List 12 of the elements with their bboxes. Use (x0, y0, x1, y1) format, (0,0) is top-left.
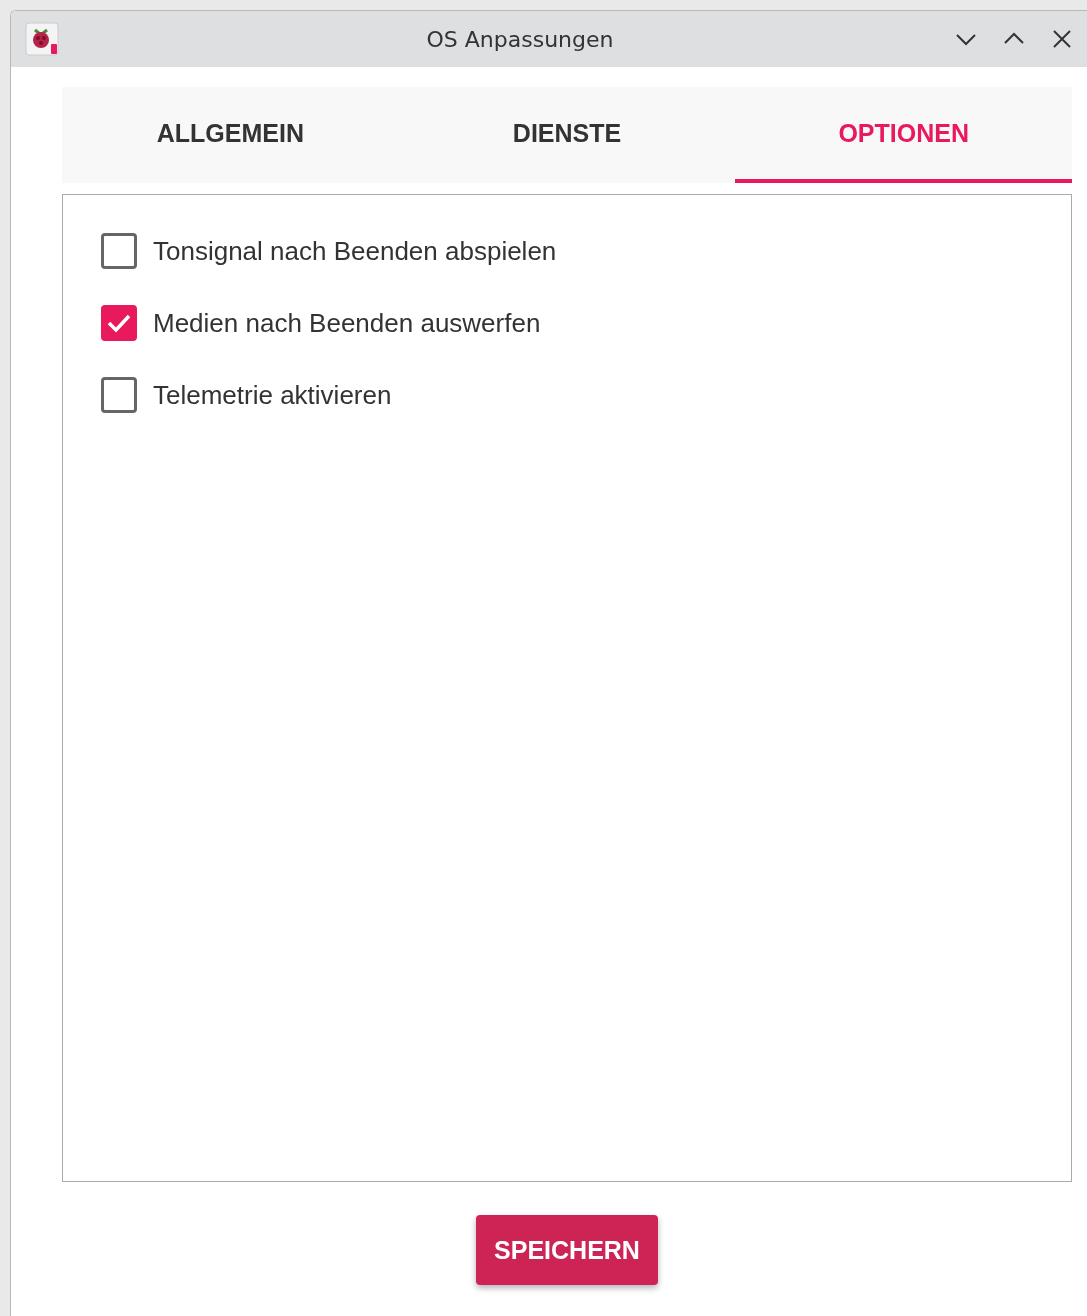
checkbox[interactable] (101, 305, 137, 341)
checkbox[interactable] (101, 233, 137, 269)
tab[interactable]: ALLGEMEIN (62, 87, 399, 183)
checkbox[interactable] (101, 377, 137, 413)
checkbox-label[interactable]: Tonsignal nach Beenden abspielen (153, 235, 557, 267)
tab[interactable]: DIENSTE (398, 87, 736, 183)
checkbox-label[interactable]: Medien nach Beenden auswerfen (153, 307, 541, 339)
tab[interactable]: OPTIONEN (735, 87, 1072, 183)
checkbox-label[interactable]: Telemetrie aktivieren (153, 379, 392, 411)
raspberry-icon (25, 22, 59, 56)
window-title: OS Anpassungen (425, 26, 615, 52)
save-button[interactable]: SPEICHERN (476, 1215, 658, 1285)
